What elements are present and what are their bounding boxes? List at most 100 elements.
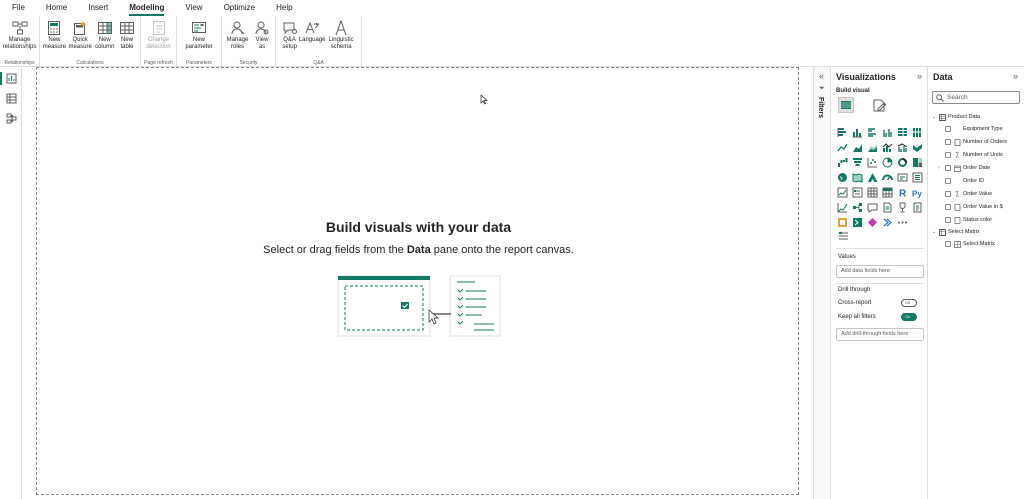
line-and-clustered-column-chart-icon[interactable]: [897, 142, 908, 153]
data-search-input[interactable]: Search: [932, 91, 1020, 104]
tree-field-status-color[interactable]: Status color: [945, 214, 992, 226]
r-script-visual-icon[interactable]: R: [897, 187, 908, 199]
subtitle-bold: Data: [406, 244, 431, 256]
multi-row-card-icon[interactable]: [912, 172, 923, 183]
format-visual-tab-icon[interactable]: [872, 98, 887, 113]
chevron-down-icon[interactable]: ⌄: [932, 229, 939, 235]
clustered-bar-chart-icon[interactable]: [867, 127, 878, 138]
visual-types-grid: R Py: [837, 127, 923, 232]
decomposition-tree-icon[interactable]: [852, 202, 863, 213]
tree-table-select-matrix[interactable]: ⌄ Select Matrix: [932, 226, 980, 238]
change-detection-label: Change detection: [146, 37, 171, 50]
azure-map-icon[interactable]: [867, 172, 878, 183]
ribbon-chart-icon[interactable]: [912, 142, 923, 153]
matrix-icon[interactable]: [882, 187, 893, 198]
donut-chart-icon[interactable]: [897, 157, 908, 168]
funnel-chart-icon[interactable]: [852, 157, 863, 168]
clustered-column-chart-icon[interactable]: [882, 127, 893, 138]
visualizations-title: Visualizations: [836, 72, 896, 82]
power-automate-icon[interactable]: [852, 217, 863, 228]
language-icon: [304, 20, 320, 36]
pie-chart-icon[interactable]: [882, 157, 893, 168]
report-canvas[interactable]: Build visuals with your data Select or d…: [36, 67, 799, 495]
ribbon-group-page-refresh: Change detection Page refresh: [141, 16, 177, 67]
slicer-icon[interactable]: [852, 187, 863, 198]
ribbon-group-qa: Q&A setup Language Linguistic schema Q&A: [276, 16, 362, 67]
viz-divider-1: [836, 248, 924, 249]
report-view-icon[interactable]: [6, 73, 17, 84]
tree-field-number-of-orders[interactable]: Number of Orders: [945, 136, 1007, 148]
line-and-stacked-column-chart-icon[interactable]: [882, 142, 893, 153]
chevron-visual-icon[interactable]: [882, 217, 893, 228]
map-icon[interactable]: [837, 172, 848, 183]
stacked-column-chart-icon[interactable]: [852, 127, 863, 138]
filters-label: Filters: [817, 97, 824, 119]
100-stacked-column-chart-icon[interactable]: [912, 127, 923, 138]
power-apps-icon[interactable]: [837, 217, 848, 228]
tree-field-order-id[interactable]: Order ID: [945, 175, 984, 187]
field-checkbox[interactable]: [945, 126, 951, 132]
field-checkbox[interactable]: [945, 241, 951, 247]
field-checkbox[interactable]: [945, 139, 951, 145]
kpi-icon[interactable]: [837, 187, 848, 198]
line-chart-icon[interactable]: [837, 142, 848, 153]
key-influencers-icon[interactable]: [837, 202, 848, 213]
python-visual-icon[interactable]: Py: [912, 187, 923, 199]
chevron-right-icon[interactable]: ›: [938, 165, 945, 171]
menu-help[interactable]: Help: [276, 0, 292, 16]
smart-narrative-icon[interactable]: [882, 202, 893, 213]
menu-file[interactable]: File: [12, 0, 25, 16]
metrics-icon[interactable]: [897, 202, 908, 213]
model-view-icon[interactable]: [6, 113, 17, 124]
group-label-security: Security: [239, 60, 258, 66]
diamond-visual-icon[interactable]: [867, 217, 878, 228]
more-visuals-icon[interactable]: [897, 217, 908, 228]
cross-report-toggle[interactable]: Off: [901, 299, 917, 307]
field-checkbox[interactable]: [945, 165, 951, 171]
data-pane: Data » Search ⌄ Product Data Equipment T…: [927, 67, 1024, 499]
filled-map-icon[interactable]: [852, 172, 863, 183]
area-chart-icon[interactable]: [852, 142, 863, 153]
paginated-report-icon[interactable]: [912, 202, 923, 213]
keep-all-filters-toggle[interactable]: On: [901, 313, 917, 321]
field-checkbox[interactable]: [945, 152, 951, 158]
table-visual-icon[interactable]: [867, 187, 878, 198]
tree-field-order-value[interactable]: ∑ Order Value: [945, 188, 992, 200]
menu-view[interactable]: View: [185, 0, 202, 16]
filters-pane-collapsed[interactable]: « ⏷ Filters: [813, 67, 830, 499]
table-view-icon[interactable]: [6, 93, 17, 104]
tree-field-order-value-dollar[interactable]: Order Value in $: [945, 201, 1003, 213]
stacked-bar-chart-icon[interactable]: [837, 127, 848, 138]
tree-field-select-matrix[interactable]: Select Matrix: [945, 238, 995, 250]
stacked-area-chart-icon[interactable]: [867, 142, 878, 153]
build-visual-tab-icon[interactable]: [838, 97, 854, 113]
values-drop-zone[interactable]: Add data fields here: [836, 265, 924, 278]
menu-modeling[interactable]: Modeling: [129, 0, 165, 16]
card-icon[interactable]: [897, 172, 908, 183]
collapse-data-icon[interactable]: »: [1013, 71, 1018, 81]
field-list-icon[interactable]: [838, 231, 849, 242]
field-checkbox[interactable]: [945, 217, 951, 223]
tree-field-order-date[interactable]: › Order Date: [938, 162, 990, 174]
tree-field-equipment-type[interactable]: Equipment Type: [945, 123, 1003, 135]
quick-measure-label: Quick measure: [68, 37, 92, 50]
menu-home[interactable]: Home: [46, 0, 67, 16]
chevron-left-icon[interactable]: «: [819, 71, 824, 81]
waterfall-chart-icon[interactable]: [837, 157, 848, 168]
language-label: Language: [298, 37, 326, 43]
menu-insert[interactable]: Insert: [88, 0, 108, 16]
gauge-icon[interactable]: [882, 172, 893, 183]
qa-visual-icon[interactable]: [867, 202, 878, 213]
treemap-icon[interactable]: [912, 157, 923, 168]
collapse-visualizations-icon[interactable]: »: [917, 71, 922, 81]
tree-table-product-data[interactable]: ⌄ Product Data: [932, 111, 980, 123]
tree-field-number-of-units[interactable]: ∑ Number of Units: [945, 149, 1003, 161]
menu-optimize[interactable]: Optimize: [224, 0, 256, 16]
field-checkbox[interactable]: [945, 204, 951, 210]
chevron-down-icon[interactable]: ⌄: [932, 114, 939, 120]
100-stacked-bar-chart-icon[interactable]: [897, 127, 908, 138]
field-checkbox[interactable]: [945, 191, 951, 197]
drill-through-drop-zone[interactable]: Add drill-through fields here: [836, 328, 924, 341]
field-checkbox[interactable]: [945, 178, 951, 184]
scatter-chart-icon[interactable]: [867, 157, 878, 168]
